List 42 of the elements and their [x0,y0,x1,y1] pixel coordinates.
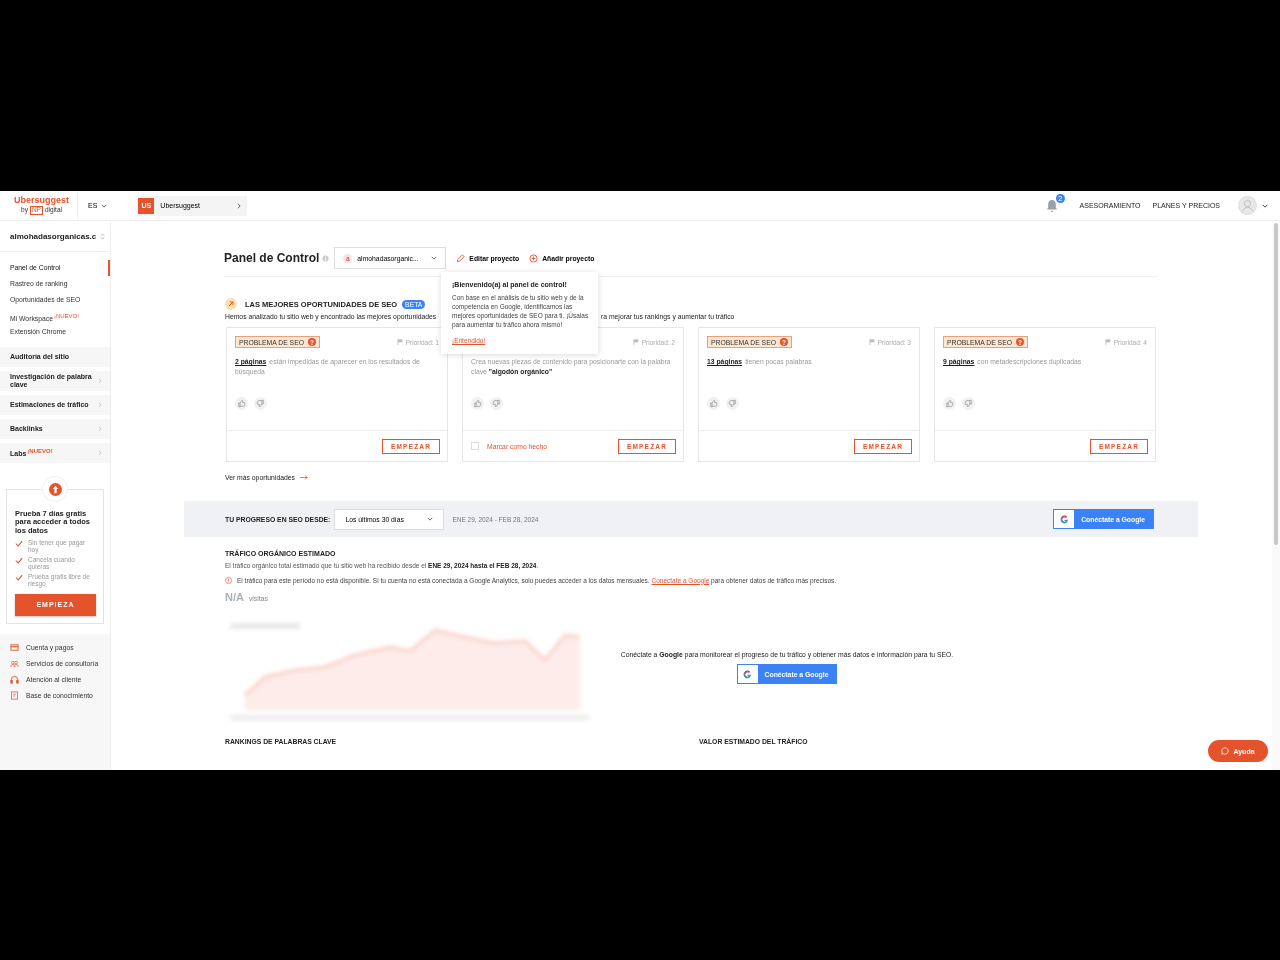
thumbs-down-icon[interactable] [962,397,975,410]
warning-icon [225,576,232,584]
page-title: Panel de Control [224,251,320,265]
pencil-icon[interactable] [456,253,466,263]
thumbs-up-icon[interactable] [943,397,956,410]
info-icon[interactable] [322,254,330,262]
sort-arrows-icon[interactable] [100,231,106,241]
checkbox[interactable] [471,442,479,450]
thumbs-down-icon[interactable] [726,397,739,410]
flag-icon [632,339,639,345]
chevron-icon[interactable] [237,202,242,209]
arrow-icon[interactable] [299,474,308,480]
plus-circle-icon[interactable] [529,253,539,263]
logo-title: Ubersuggest [14,196,69,206]
flag-icon [396,339,403,345]
caret-icon[interactable] [1262,203,1268,208]
people-icon[interactable] [10,659,19,669]
scrollbar[interactable] [1274,223,1278,545]
credit-card-icon[interactable] [10,643,19,653]
caret-icon[interactable] [101,203,108,208]
caret-icon[interactable] [431,256,438,260]
visits-value: N/A [225,591,244,603]
avatar-icon[interactable] [1238,196,1257,215]
caret-icon[interactable] [427,517,434,521]
check-icon [15,573,23,581]
thumbs-up-icon[interactable] [235,397,248,410]
google-g-icon[interactable] [1059,514,1069,524]
google-g-icon[interactable] [743,669,753,679]
check-icon [15,539,23,547]
thumbs-up-icon[interactable] [471,397,484,410]
check-icon [15,556,23,564]
headset-icon[interactable] [10,675,19,685]
thumbs-down-icon[interactable] [254,397,267,410]
thumbs-up-icon[interactable] [707,397,720,410]
book-icon[interactable] [10,691,19,701]
thumbs-down-icon[interactable] [490,397,503,410]
trend-arrow-icon [225,298,237,310]
flag-icon [868,339,875,345]
chat-bubble-icon[interactable] [1221,747,1230,755]
notification-bell-icon[interactable] [1045,198,1058,213]
project-selector[interactable]: almohadasorganicas.c [0,221,110,252]
flag-icon [1104,339,1111,345]
